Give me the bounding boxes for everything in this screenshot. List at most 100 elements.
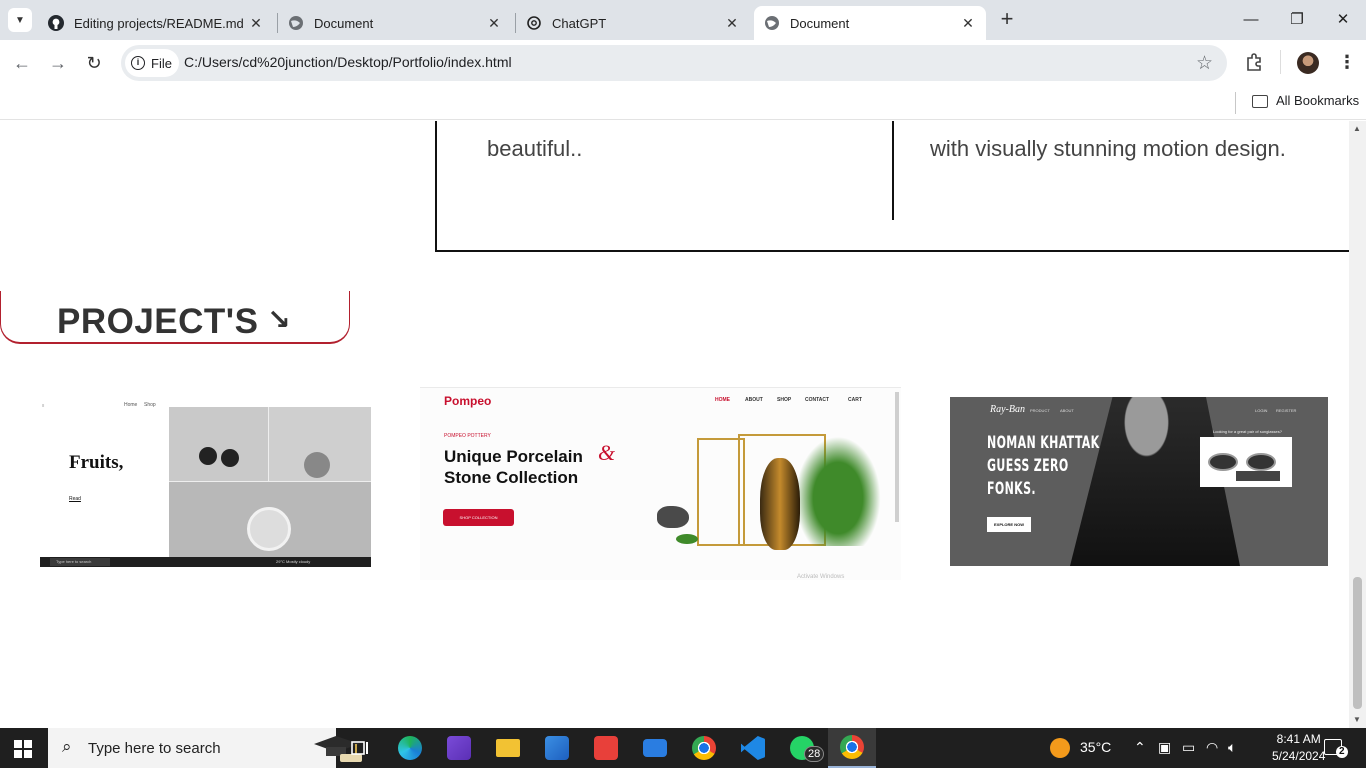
card-headline-line: Unique Porcelain: [444, 447, 583, 466]
close-icon[interactable]: ✕: [486, 15, 502, 31]
restore-button[interactable]: ❐: [1274, 0, 1320, 40]
rock-image: [657, 506, 689, 528]
vscode-icon: [741, 736, 765, 760]
cherry-image: [221, 449, 239, 467]
bookmark-star-icon[interactable]: ☆: [1196, 52, 1213, 75]
site-info-chip[interactable]: i File: [125, 49, 179, 77]
all-bookmarks-button[interactable]: All Bookmarks: [1276, 93, 1359, 108]
screenshot-scrollbar: [895, 392, 899, 522]
vase-image: [760, 458, 800, 550]
chevron-down-icon: ▼: [15, 14, 25, 26]
arrow-left-icon: ←: [13, 53, 31, 73]
globe-icon: [764, 15, 780, 31]
taskbar-edge[interactable]: [386, 728, 434, 768]
activate-windows-watermark: Activate Windows: [797, 574, 845, 580]
taskbar-mail[interactable]: [631, 728, 679, 768]
close-icon[interactable]: ✕: [960, 15, 976, 31]
taskbar-file-explorer[interactable]: [484, 728, 532, 768]
volume-icon[interactable]: 🔈︎: [1228, 739, 1236, 756]
minimize-button[interactable]: —: [1228, 0, 1274, 40]
screenshot-weather: 29°C Mostly cloudy: [276, 559, 311, 564]
edge-icon: [398, 736, 422, 760]
taskbar-vscode[interactable]: [729, 728, 777, 768]
screenshot-taskbar: Type here to search 29°C Mostly cloudy: [40, 557, 371, 567]
reload-button[interactable]: ↻: [80, 50, 108, 76]
profile-avatar[interactable]: [1297, 52, 1319, 74]
card-headline-line: GUESS ZERO: [987, 456, 1069, 476]
project-card-rayban[interactable]: Ray-Ban PRODUCT ABOUT LOGIN REGISTER NOM…: [950, 397, 1328, 566]
more-menu-icon[interactable]: ⋮: [1338, 52, 1356, 73]
weather-temp[interactable]: 35°C: [1080, 739, 1111, 755]
meet-icon[interactable]: ▣: [1158, 739, 1171, 756]
address-bar[interactable]: i File C:/Users/cd%20junction/Desktop/Po…: [121, 45, 1227, 81]
card-question: Looking for a great pair of sunglasses?: [1213, 429, 1282, 434]
fern-image: [788, 426, 888, 546]
notification-icon[interactable]: 2: [1324, 739, 1348, 758]
card-nav-item: REGISTER: [1276, 408, 1297, 413]
site-info-label: File: [151, 55, 172, 71]
card-nav-item: Shop: [144, 402, 156, 408]
extensions-icon[interactable]: [1244, 52, 1264, 77]
chevron-up-icon[interactable]: ⌃: [1134, 739, 1146, 756]
url-text[interactable]: C:/Users/cd%20junction/Desktop/Portfolio…: [184, 54, 512, 70]
folder-icon: [1252, 95, 1268, 108]
clock-date: 5/24/2024: [1272, 749, 1326, 763]
taskbar-search-box[interactable]: ⌕ Type here to search: [48, 728, 362, 768]
lens-image: [1246, 453, 1276, 471]
projects-heading-box: PROJECT'S ↘: [0, 291, 350, 344]
task-view-button[interactable]: [336, 728, 384, 768]
new-tab-button[interactable]: +: [995, 8, 1019, 32]
close-icon[interactable]: ✕: [248, 15, 264, 31]
product-tag: [1236, 471, 1280, 481]
page-scrollbar[interactable]: ▲ ▼: [1349, 121, 1366, 728]
forward-button[interactable]: →: [44, 50, 72, 76]
service-right-text: with visually stunning motion design.: [930, 136, 1286, 161]
taskbar-visual-studio[interactable]: [435, 728, 483, 768]
tab-readme[interactable]: Editing projects/README.md at ✕: [38, 6, 274, 40]
tab-document-active[interactable]: Document ✕: [754, 6, 986, 40]
system-clock[interactable]: 8:41 AM 5/24/2024: [1272, 731, 1325, 765]
arrow-down-right-icon: ↘: [267, 304, 291, 335]
sunglasses-product-card: [1200, 437, 1292, 487]
scroll-up-icon[interactable]: ▲: [1353, 124, 1361, 133]
moss-image: [676, 534, 698, 544]
taskbar-whatsapp[interactable]: 28: [778, 728, 826, 768]
tab-search-button[interactable]: ▼: [8, 8, 32, 32]
project-card-pompeo[interactable]: Pompeo HOME ABOUT SHOP CONTACT CART POMP…: [420, 387, 901, 580]
notification-count: 2: [1336, 746, 1348, 758]
tab-document-1[interactable]: Document ✕: [278, 6, 512, 40]
battery-icon[interactable]: ▭: [1182, 739, 1195, 756]
card-headline-line: FONKS.: [987, 479, 1036, 499]
projects-heading: PROJECT'S: [57, 302, 259, 341]
scrollbar-thumb[interactable]: [1353, 577, 1362, 709]
card-title: Fruits,: [69, 452, 124, 473]
windows-start-button[interactable]: [14, 740, 32, 758]
weather-icon[interactable]: [1050, 738, 1070, 758]
globe-icon: [288, 15, 304, 31]
card-nav-item: CART: [848, 397, 862, 403]
menu-icon: ≡: [42, 403, 45, 408]
taskbar-chrome-profile[interactable]: [828, 728, 876, 768]
anydesk-icon: [594, 736, 618, 760]
taskbar-store[interactable]: [533, 728, 581, 768]
project-card-fruits[interactable]: ≡ Home Shop Fruits, Read Type here to se…: [40, 397, 371, 567]
back-button[interactable]: ←: [8, 50, 36, 76]
github-icon: [48, 15, 64, 31]
close-window-button[interactable]: ✕: [1320, 0, 1366, 40]
card-headline-line: NOMAN KHATTAK: [987, 433, 1100, 453]
browser-toolbar: ← → ↻ i File C:/Users/cd%20junction/Desk…: [0, 40, 1366, 86]
card-eyebrow: POMPEO POTTERY: [444, 433, 491, 439]
tab-title: Editing projects/README.md at: [74, 15, 248, 31]
scroll-down-icon[interactable]: ▼: [1353, 715, 1361, 724]
services-divider: [892, 121, 894, 220]
taskbar-chrome[interactable]: [680, 728, 728, 768]
windows-taskbar: ⌕ Type here to search 28 35°C ⌃ ▣ ▭ ◠ 🔈︎…: [0, 728, 1366, 768]
wifi-icon[interactable]: ◠: [1206, 739, 1218, 756]
reload-icon: ↻: [86, 53, 102, 73]
taskbar-search-placeholder: Type here to search: [88, 740, 221, 757]
screenshot-search: Type here to search: [50, 558, 110, 566]
browser-tabstrip: ▼ Editing projects/README.md at ✕ Docume…: [0, 0, 1366, 40]
tab-chatgpt[interactable]: ChatGPT ✕: [516, 6, 750, 40]
close-icon[interactable]: ✕: [724, 15, 740, 31]
taskbar-anydesk[interactable]: [582, 728, 630, 768]
